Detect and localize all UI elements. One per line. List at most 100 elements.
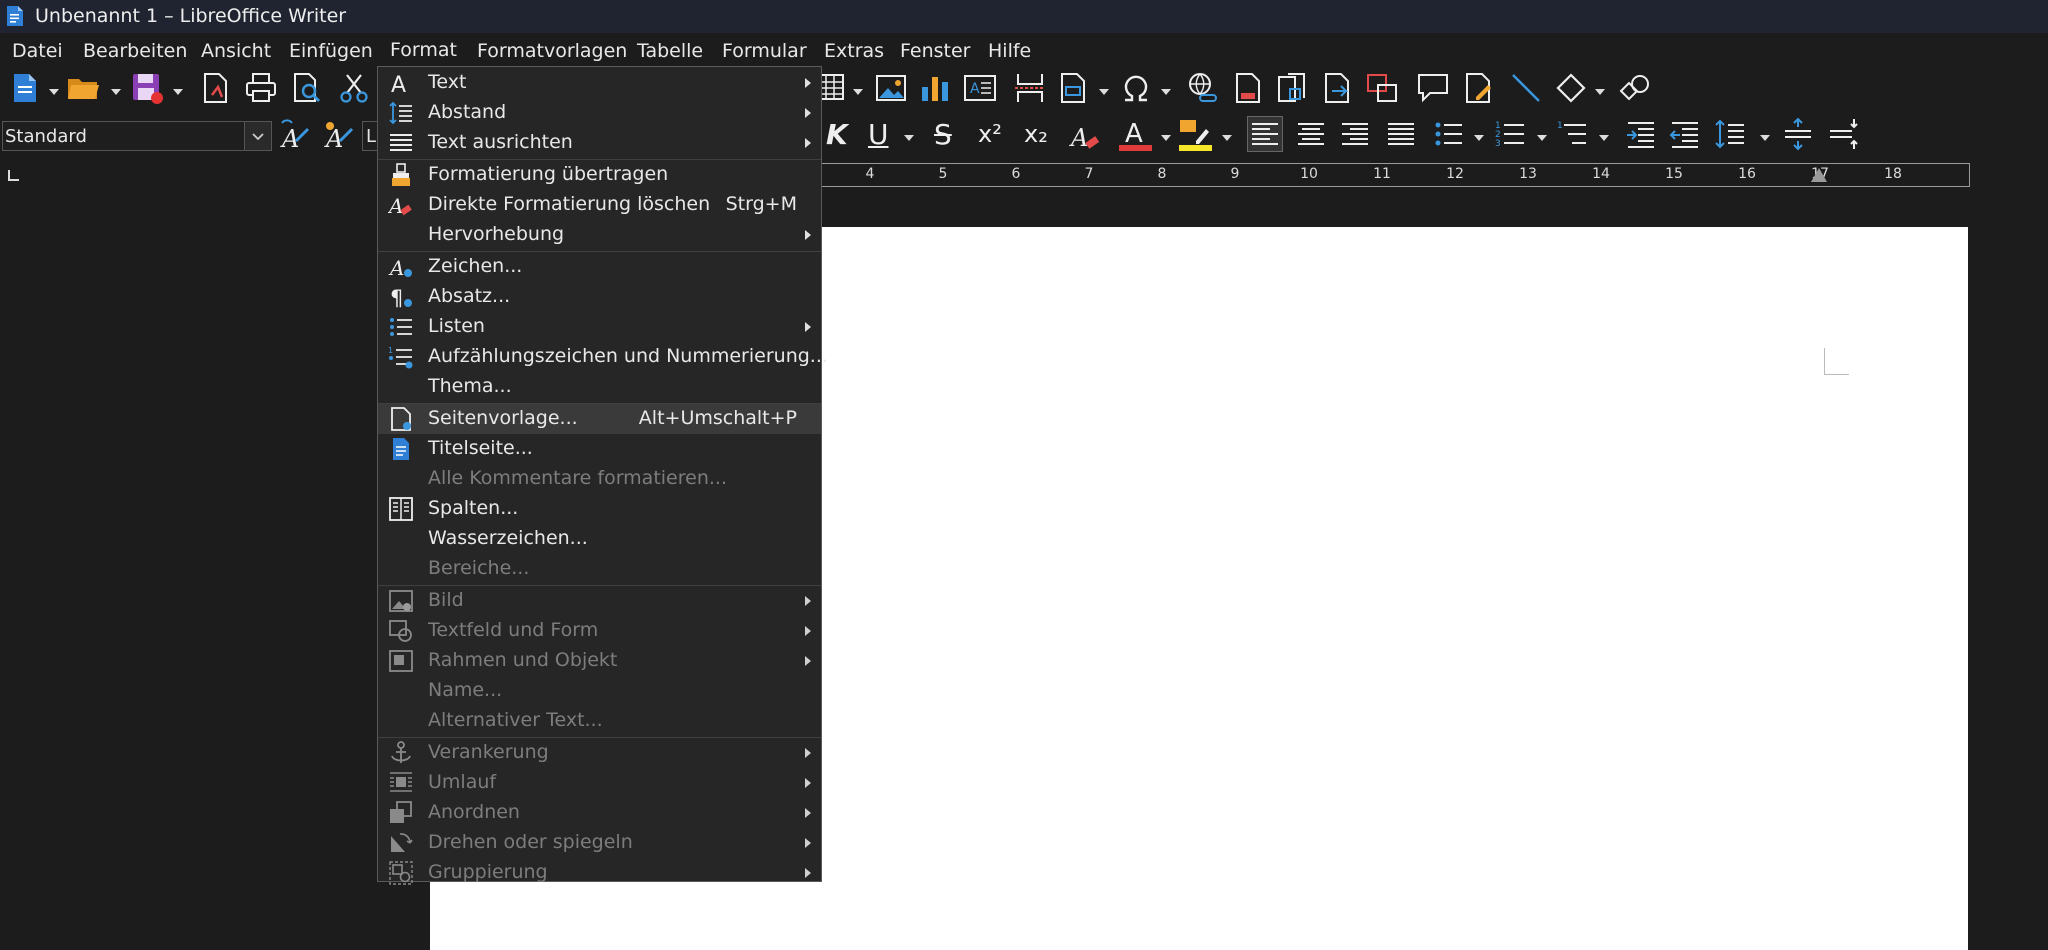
insert-textbox-icon[interactable]: A <box>963 71 997 105</box>
hyperlink-icon[interactable] <box>1186 71 1220 105</box>
draw-functions-icon[interactable] <box>1617 71 1651 105</box>
ordered-list-dropdown-icon[interactable] <box>1537 134 1547 142</box>
menu-item-formatierung-uebertragen[interactable]: Formatierung übertragen <box>378 160 821 190</box>
save-icon[interactable] <box>130 71 164 105</box>
menu-extras[interactable]: Extras <box>824 40 884 62</box>
cross-reference-icon[interactable] <box>1321 71 1355 105</box>
menu-bearbeiten[interactable]: Bearbeiten <box>83 40 187 62</box>
menu-fenster[interactable]: Fenster <box>900 40 970 62</box>
paragraph-style-combobox[interactable]: Standard <box>2 121 272 151</box>
menu-item-wasserzeichen[interactable]: Wasserzeichen... <box>378 524 821 554</box>
menu-item-text[interactable]: A Text <box>378 68 821 98</box>
menu-item-direkte-formatierung-loeschen[interactable]: A Direkte Formatierung löschen Strg+M <box>378 190 821 220</box>
paragraph-style-dropdown[interactable] <box>244 122 271 150</box>
unordered-list-dropdown-icon[interactable] <box>1474 134 1484 142</box>
draw-line-icon[interactable] <box>1509 71 1543 105</box>
insert-chart-icon[interactable] <box>918 71 952 105</box>
insert-field-icon[interactable] <box>1057 71 1091 105</box>
increase-paragraph-spacing-icon[interactable] <box>1781 117 1815 151</box>
new-style-icon[interactable]: A <box>322 119 356 153</box>
field-dropdown-icon[interactable] <box>1099 88 1109 96</box>
ruler-number: 18 <box>1884 166 1902 182</box>
print-icon[interactable] <box>244 71 278 105</box>
bookmark-icon[interactable] <box>1276 71 1310 105</box>
increase-indent-icon[interactable] <box>1624 117 1658 151</box>
save-dropdown-icon[interactable] <box>173 88 183 96</box>
highlight-dropdown-icon[interactable] <box>1222 134 1232 142</box>
comment-icon[interactable] <box>1416 71 1450 105</box>
decrease-indent-icon[interactable] <box>1668 117 1702 151</box>
underline-button[interactable]: U <box>868 118 889 151</box>
update-style-icon[interactable]: A <box>278 119 312 153</box>
title-page-icon <box>388 436 414 462</box>
menu-formatvorlagen[interactable]: Formatvorlagen <box>477 40 627 62</box>
menu-item-thema[interactable]: Thema... <box>378 372 821 402</box>
superscript-button[interactable]: x² <box>978 120 1002 148</box>
justify-icon[interactable] <box>1384 117 1418 151</box>
export-pdf-icon[interactable] <box>199 71 233 105</box>
print-preview-icon[interactable] <box>290 71 324 105</box>
menu-item-label: Formatierung übertragen <box>428 163 669 185</box>
menu-tabelle[interactable]: Tabelle <box>637 40 703 62</box>
track-changes-icon[interactable] <box>1365 71 1399 105</box>
menu-einfuegen[interactable]: Einfügen <box>289 40 373 62</box>
table-dropdown-icon[interactable] <box>853 88 863 96</box>
font-color-dropdown-icon[interactable] <box>1161 134 1171 142</box>
svg-text:A: A <box>388 194 403 218</box>
menu-formular[interactable]: Formular <box>722 40 807 62</box>
menu-datei[interactable]: Datei <box>12 40 63 62</box>
menu-item-text-ausrichten[interactable]: Text ausrichten <box>378 128 821 158</box>
horizontal-ruler[interactable]: 4 5 6 7 8 9 10 11 12 13 14 15 16 17 18 <box>820 163 1970 187</box>
edit-document-icon[interactable] <box>1462 71 1496 105</box>
underline-dropdown-icon[interactable] <box>904 134 914 142</box>
highlight-color-icon[interactable] <box>1178 117 1212 151</box>
subscript-button[interactable]: x₂ <box>1024 120 1048 148</box>
ordered-list-icon[interactable]: 123 <box>1494 117 1528 151</box>
menu-item-label: Drehen oder spiegeln <box>428 831 633 853</box>
open-dropdown-icon[interactable] <box>111 88 121 96</box>
shapes-dropdown-icon[interactable] <box>1595 88 1605 96</box>
menu-item-aufzaehlungszeichen[interactable]: 1 Aufzählungszeichen und Nummerierung... <box>378 342 828 372</box>
clear-formatting-icon[interactable]: A <box>1068 119 1102 153</box>
menu-hilfe[interactable]: Hilfe <box>988 40 1031 62</box>
menu-item-hervorhebung[interactable]: Hervorhebung <box>378 220 821 250</box>
right-indent-marker[interactable] <box>1811 168 1827 182</box>
menu-item-titelseite[interactable]: Titelseite... <box>378 434 821 464</box>
special-character-icon[interactable] <box>1119 71 1153 105</box>
insert-image-icon[interactable] <box>874 71 908 105</box>
menu-item-label: Anordnen <box>428 801 520 823</box>
outline-list-dropdown-icon[interactable] <box>1599 134 1609 142</box>
menu-item-seitenvorlage[interactable]: Seitenvorlage... Alt+Umschalt+P <box>378 404 821 434</box>
align-center-icon[interactable] <box>1294 117 1328 151</box>
menu-item-zeichen[interactable]: A Zeichen... <box>378 252 821 282</box>
footnote-icon[interactable] <box>1232 71 1266 105</box>
open-folder-icon[interactable] <box>66 71 100 105</box>
menu-item-umlauf: Umlauf <box>378 768 821 798</box>
menu-item-label: Absatz... <box>428 285 511 307</box>
align-right-icon[interactable] <box>1338 117 1372 151</box>
menu-format[interactable]: Format <box>378 33 469 67</box>
menu-item-listen[interactable]: Listen <box>378 312 821 342</box>
menu-item-spalten[interactable]: Spalten... <box>378 494 821 524</box>
page-break-icon[interactable] <box>1013 71 1047 105</box>
submenu-arrow-icon <box>805 748 811 758</box>
line-spacing-icon[interactable] <box>1714 117 1748 151</box>
italic-button[interactable]: K <box>826 118 848 151</box>
menu-ansicht[interactable]: Ansicht <box>201 40 271 62</box>
menu-item-abstand[interactable]: Abstand <box>378 98 821 128</box>
submenu-arrow-icon <box>805 838 811 848</box>
unordered-list-icon[interactable] <box>1432 117 1466 151</box>
font-color-icon[interactable]: A <box>1118 117 1152 151</box>
new-document-icon[interactable] <box>8 71 42 105</box>
strikethrough-button[interactable]: S <box>934 118 952 151</box>
spacing-icon <box>388 100 414 126</box>
new-dropdown-icon[interactable] <box>49 88 59 96</box>
basic-shapes-icon[interactable] <box>1554 71 1588 105</box>
cut-icon[interactable] <box>337 71 371 105</box>
line-spacing-dropdown-icon[interactable] <box>1760 134 1770 142</box>
decrease-paragraph-spacing-icon[interactable] <box>1826 117 1860 151</box>
menu-item-absatz[interactable]: ¶ Absatz... <box>378 282 821 312</box>
outline-list-icon[interactable]: 1 <box>1556 117 1590 151</box>
align-left-icon[interactable] <box>1247 116 1283 152</box>
special-character-dropdown-icon[interactable] <box>1161 88 1171 96</box>
